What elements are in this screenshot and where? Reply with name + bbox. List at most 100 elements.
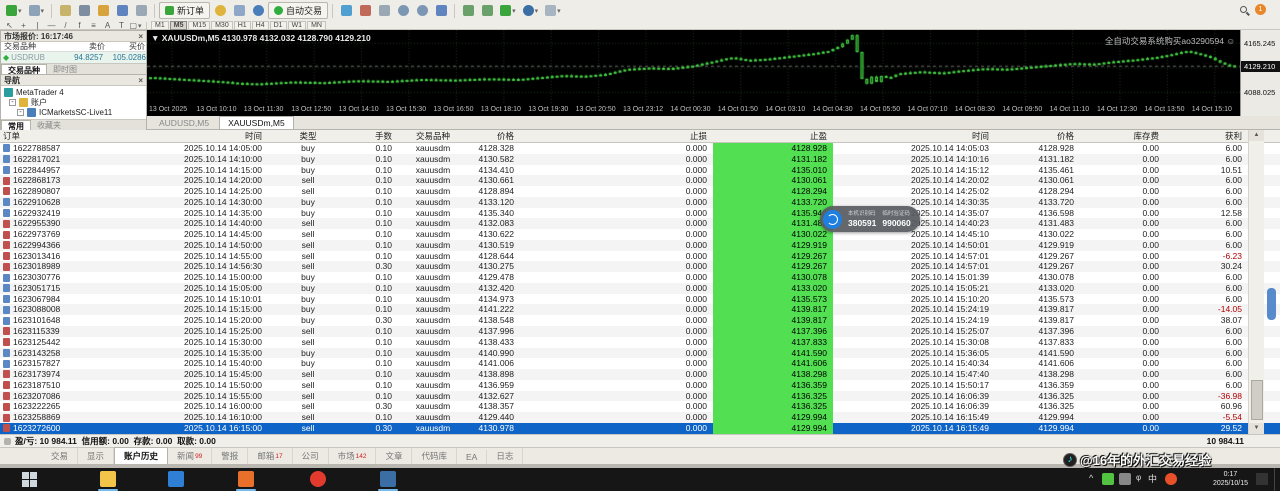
history-row[interactable]: 16229737692025.10.14 14:45:00sell0.10xau… [0,229,1280,240]
taskbar-app-red-icon[interactable] [310,471,326,487]
history-row[interactable]: 16231432582025.10.14 15:35:00buy0.10xauu… [0,348,1280,359]
header-order[interactable]: 订单 [0,130,105,143]
header-tp[interactable]: 止盈 [713,130,833,143]
profiles-button[interactable]: ▾ [26,2,48,19]
text-tool[interactable]: A [101,21,114,30]
header-price[interactable]: 价格 [468,130,520,143]
col-ask[interactable]: 买价 [105,41,145,52]
close-icon[interactable]: × [138,32,143,41]
hline-tool[interactable]: — [45,21,58,30]
timeframe-mn[interactable]: MN [307,21,326,30]
timeframe-m1[interactable]: M1 [151,21,169,30]
history-row[interactable]: 16231153392025.10.14 15:25:00sell0.10xau… [0,326,1280,337]
history-row[interactable]: 16228170212025.10.14 14:10:00buy0.10xauu… [0,154,1280,165]
taskbar-app-blue-icon[interactable] [168,471,184,487]
terminal-tab-新闻[interactable]: 新闻99 [168,448,212,464]
history-row[interactable]: 16231875102025.10.14 15:50:00sell0.10xau… [0,380,1280,391]
taskbar-clock[interactable]: 0:172025/10/15 [1213,470,1248,488]
terminal-tab-警报[interactable]: 警报 [212,448,248,464]
history-row[interactable]: 16232070862025.10.14 15:55:00sell0.10xau… [0,391,1280,402]
crosshair-tool[interactable]: + [17,21,30,30]
tree-item-account-live[interactable]: -ICMarketsSC-Live11 [1,107,146,117]
zoom-box-button[interactable] [132,2,150,19]
timeframe-h1[interactable]: H1 [234,21,251,30]
ime-language-indicator[interactable]: 中 [1148,472,1157,485]
chart-tab-xauusdm[interactable]: XAUUSDm,M5 [219,116,294,129]
terminal-tab-账户历史[interactable]: 账户历史 [114,447,168,464]
header-close-time[interactable]: 时间 [833,130,995,143]
history-row[interactable]: 16229553902025.10.14 14:40:00sell0.10xau… [0,218,1280,229]
scroll-down-icon[interactable]: ▼ [1249,423,1264,434]
cursor-tool[interactable]: ↖ [3,21,16,30]
vline-tool[interactable]: | [31,21,44,30]
file-explorer-icon[interactable] [100,471,116,487]
tray-chevron-icon[interactable]: ^ [1089,473,1093,483]
print-button[interactable] [230,2,248,19]
objects-button[interactable] [94,2,112,19]
history-row[interactable]: 16228449572025.10.14 14:15:00buy0.10xauu… [0,165,1280,176]
metatrader-taskbar-icon[interactable] [380,471,396,487]
collapse-icon[interactable]: - [9,99,16,106]
history-row[interactable]: 16232588692025.10.14 16:10:00sell0.10xau… [0,412,1280,423]
history-row[interactable]: 16229324192025.10.14 14:35:00buy0.10xauu… [0,208,1280,219]
history-row[interactable]: 16231578272025.10.14 15:40:00buy0.10xauu… [0,358,1280,369]
notification-center-icon[interactable] [1256,473,1268,485]
terminal-tab-公司[interactable]: 公司 [293,448,329,464]
search-icon[interactable] [1240,6,1247,13]
terminal-tab-市场[interactable]: 市场142 [329,448,377,464]
history-row[interactable]: 16232726002025.10.14 16:15:00sell0.30xau… [0,423,1280,434]
history-row[interactable]: 16230134162025.10.14 14:55:00sell0.10xau… [0,251,1280,262]
indicator-list-button[interactable] [356,2,374,19]
table-scrollbar[interactable]: ▲ ▼ [1248,130,1264,434]
shapes-tool[interactable]: ▢▾ [129,21,142,30]
ime-keyboard-icon[interactable] [1119,473,1131,485]
terminal-tab-日志[interactable]: 日志 [487,448,523,464]
autotrading-button[interactable]: 自动交易 [268,2,328,19]
history-row[interactable]: 16228908072025.10.14 14:25:00sell0.10xau… [0,186,1280,197]
channel-tool[interactable]: ≡ [87,21,100,30]
close-icon[interactable]: × [138,76,143,85]
terminal-tab-文章[interactable]: 文章 [376,448,412,464]
history-row[interactable]: 16229106282025.10.14 14:30:00buy0.10xauu… [0,197,1280,208]
wechat-tray-icon[interactable] [1102,473,1114,485]
timeframe-w1[interactable]: W1 [288,21,307,30]
terminal-tab-邮箱[interactable]: 邮箱17 [248,448,292,464]
zoom-in-button[interactable] [394,2,412,19]
templates-button[interactable]: ▾ [542,2,564,19]
new-window-button[interactable] [113,2,131,19]
history-row[interactable]: 16229943662025.10.14 14:50:00sell0.10xau… [0,240,1280,251]
timeframe-m15[interactable]: M15 [188,21,210,30]
zoom-out-button[interactable] [413,2,431,19]
label-tool[interactable]: T [115,21,128,30]
remote-tool-overlay[interactable]: 本机识别码380591 临时验证码990060 [820,206,920,232]
header-close-price[interactable]: 价格 [995,130,1080,143]
terminal-tab-显示[interactable]: 显示 [78,448,114,464]
add-indicator-button[interactable]: ▾ [497,2,519,19]
col-symbol[interactable]: 交易品种 [1,41,63,52]
history-row[interactable]: 16230189892025.10.14 14:56:30sell0.30xau… [0,261,1280,272]
header-open-time[interactable]: 时间 [105,130,268,143]
bars-mode-button[interactable] [459,2,477,19]
timeframe-m30[interactable]: M30 [211,21,233,30]
scroll-up-icon[interactable]: ▲ [1249,130,1264,141]
terminal-tab-代码库[interactable]: 代码库 [412,448,457,464]
history-row[interactable]: 16231016482025.10.14 15:20:00buy0.30xauu… [0,315,1280,326]
tray-app-red-icon[interactable] [1165,473,1177,485]
terminal-tab-EA[interactable]: EA [457,450,487,464]
history-row[interactable]: 16228681732025.10.14 14:20:00sell0.10xau… [0,175,1280,186]
timeframe-h4[interactable]: H4 [252,21,269,30]
start-button[interactable] [22,471,38,487]
history-row[interactable]: 16227885872025.10.14 14:05:00buy0.10xauu… [0,143,1280,154]
symbol-row[interactable]: ◆ USDRUB 94.8257 105.0286 [1,52,146,63]
history-row[interactable]: 16230307762025.10.14 15:00:00buy0.10xauu… [0,272,1280,283]
col-bid[interactable]: 卖价 [63,41,105,52]
fibonacci-tool[interactable]: f [73,21,86,30]
show-desktop-button[interactable] [1274,468,1280,491]
history-row[interactable]: 16230517152025.10.14 15:05:00buy0.10xauu… [0,283,1280,294]
history-row[interactable]: 16231254422025.10.14 15:30:00sell0.10xau… [0,337,1280,348]
timeframe-m5[interactable]: M5 [170,21,188,30]
collapse-icon[interactable]: - [17,109,24,116]
indicators-button[interactable] [337,2,355,19]
new-order-button[interactable]: 新订单 [159,2,210,19]
timeframe-d1[interactable]: D1 [270,21,287,30]
